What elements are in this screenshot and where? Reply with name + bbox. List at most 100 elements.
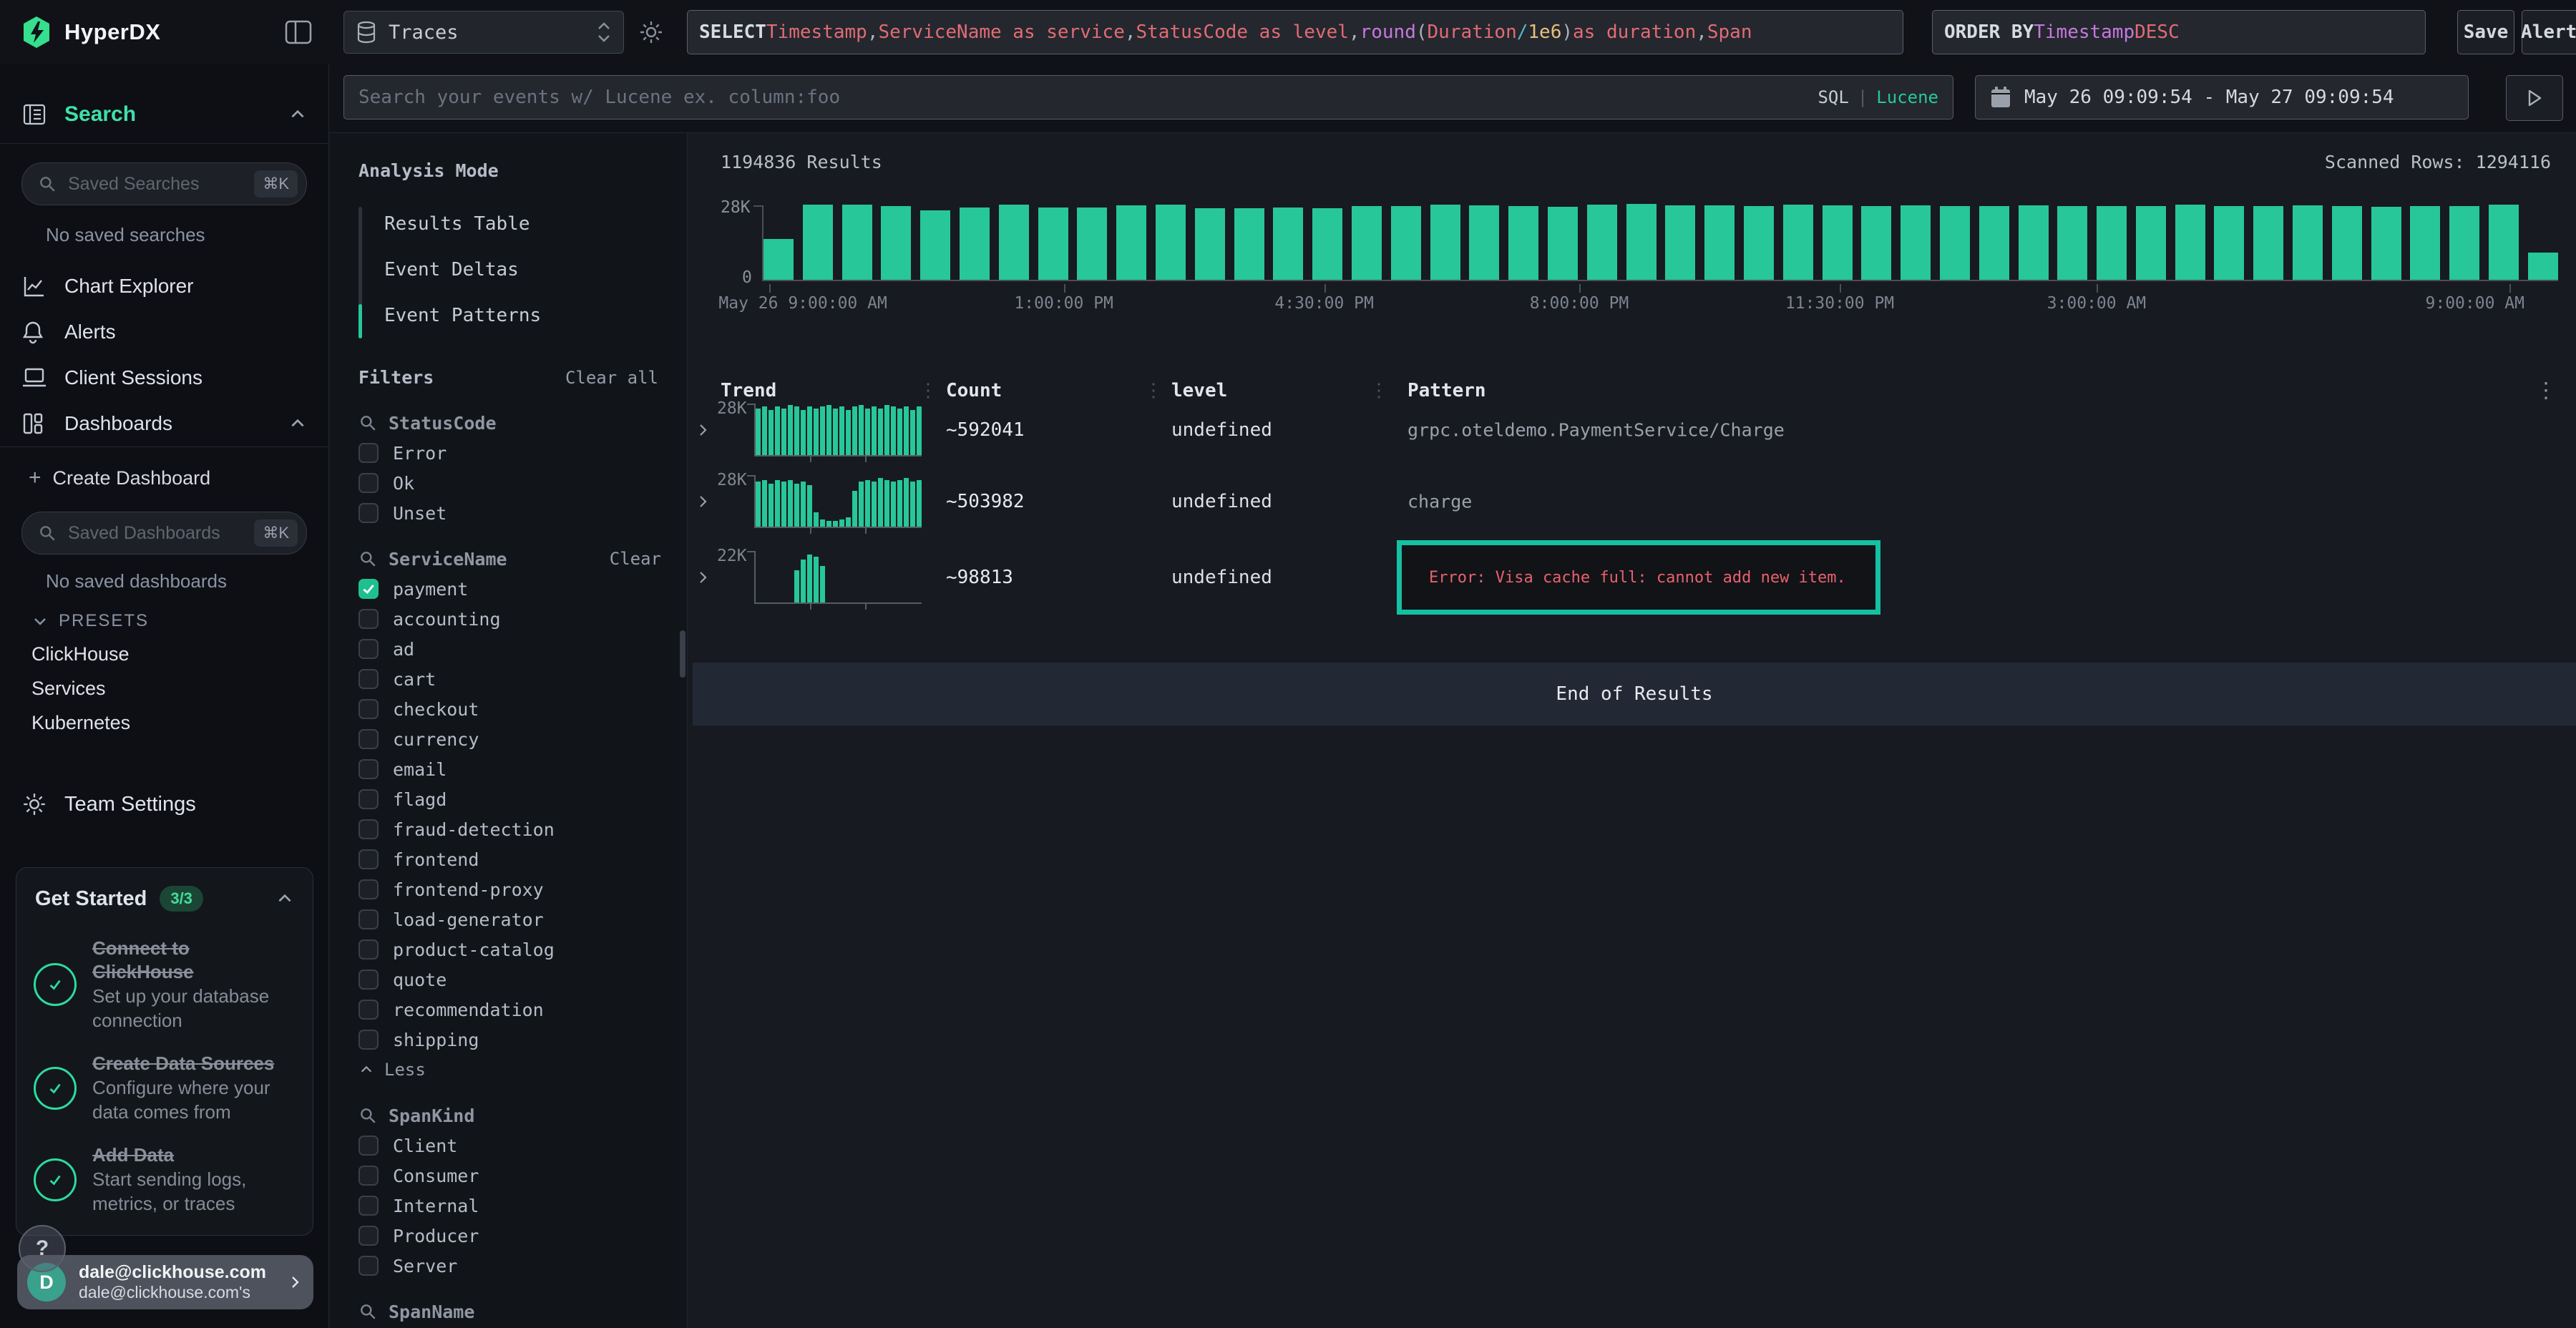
filter-option-shipping[interactable]: shipping xyxy=(358,1025,661,1055)
filter-option-checkout[interactable]: checkout xyxy=(358,694,661,724)
clear-filter-button[interactable]: Clear xyxy=(610,549,661,569)
filter-option-recommendation[interactable]: recommendation xyxy=(358,995,661,1025)
pattern-row[interactable]: 22K ~98813 undefined Error: Visa cache f… xyxy=(688,535,2576,620)
filter-option-ok[interactable]: Ok xyxy=(358,468,661,498)
app-logo[interactable]: HyperDX xyxy=(21,0,160,64)
preset-kubernetes[interactable]: Kubernetes xyxy=(0,706,328,740)
presets-toggle[interactable]: PRESETS xyxy=(31,605,328,637)
filter-option-frontend-proxy[interactable]: frontend-proxy xyxy=(358,874,661,904)
filter-option-cart[interactable]: cart xyxy=(358,664,661,694)
filter-option-unset[interactable]: Unset xyxy=(358,498,661,528)
filter-option-ad[interactable]: ad xyxy=(358,634,661,664)
filter-option-load-generator[interactable]: load-generator xyxy=(358,904,661,934)
filter-option-server[interactable]: Server xyxy=(358,1251,661,1281)
analysis-mode-event-deltas[interactable]: Event Deltas xyxy=(384,247,687,293)
checkbox[interactable] xyxy=(358,443,379,463)
checkbox[interactable] xyxy=(358,909,379,929)
panel-scrollbar[interactable] xyxy=(680,630,686,678)
sidebar-collapse-icon[interactable] xyxy=(283,17,313,47)
clear-all-filters-button[interactable]: Clear all xyxy=(565,368,658,388)
checkbox[interactable] xyxy=(358,1030,379,1050)
analysis-mode-event-patterns[interactable]: Event Patterns xyxy=(384,293,687,338)
sidebar-item-search[interactable]: Search xyxy=(0,86,328,144)
filter-option-frontend[interactable]: frontend xyxy=(358,844,661,874)
filter-option-payment[interactable]: payment xyxy=(358,574,661,604)
preset-clickhouse[interactable]: ClickHouse xyxy=(0,637,328,671)
checkbox[interactable] xyxy=(358,609,379,629)
checkbox[interactable] xyxy=(358,970,379,990)
checkbox[interactable] xyxy=(358,473,379,493)
checkbox[interactable] xyxy=(358,1226,379,1246)
filter-option-error[interactable]: Error xyxy=(358,438,661,468)
filter-option-producer[interactable]: Producer xyxy=(358,1221,661,1251)
checkbox[interactable] xyxy=(358,759,379,779)
checkbox[interactable] xyxy=(358,939,379,960)
preset-services[interactable]: Services xyxy=(0,671,328,706)
expand-row-chevron-icon[interactable] xyxy=(694,421,711,439)
checkbox[interactable] xyxy=(358,579,379,599)
checkbox[interactable] xyxy=(358,1256,379,1276)
run-query-button[interactable] xyxy=(2506,75,2563,121)
code-token: , xyxy=(1696,21,1707,43)
no-saved-dashboards-text: No saved dashboards xyxy=(46,570,328,592)
search-input[interactable]: Search your events w/ Lucene ex. column:… xyxy=(343,75,1953,119)
checkbox[interactable] xyxy=(358,879,379,899)
get-started-step-connect[interactable]: Connect to ClickHouse Set up your databa… xyxy=(16,922,313,1038)
checkbox[interactable] xyxy=(358,1000,379,1020)
filter-option-product-catalog[interactable]: product-catalog xyxy=(358,934,661,965)
pattern-row[interactable]: 28K ~592041 undefined grpc.oteldemo.Paym… xyxy=(688,394,2576,466)
expand-row-chevron-icon[interactable] xyxy=(694,493,711,510)
get-started-header[interactable]: Get Started 3/3 xyxy=(16,868,313,922)
user-account-chip[interactable]: D dale@clickhouse.com dale@clickhouse.co… xyxy=(17,1255,313,1309)
sql-select-editor[interactable]: SELECT Timestamp, ServiceName as service… xyxy=(687,10,1903,54)
highlighted-error-pattern[interactable]: Error: Visa cache full: cannot add new i… xyxy=(1397,540,1880,615)
filter-option-fraud-detection[interactable]: fraud-detection xyxy=(358,814,661,844)
get-started-step-add-data[interactable]: Add Data Start sending logs, metrics, or… xyxy=(16,1129,313,1221)
analysis-mode-results-table[interactable]: Results Table xyxy=(384,201,687,247)
sidebar-item-client-sessions[interactable]: Client Sessions xyxy=(0,355,328,401)
checkbox[interactable] xyxy=(358,699,379,719)
events-histogram[interactable]: 28K 0 May 26 9:00:00 AM1:00:00 PM4:30:00… xyxy=(721,201,2558,316)
expand-row-chevron-icon[interactable] xyxy=(694,569,711,586)
checkbox[interactable] xyxy=(358,1166,379,1186)
pattern-row[interactable]: 28K ~503982 undefined charge xyxy=(688,466,2576,537)
checkbox[interactable] xyxy=(358,789,379,809)
checkbox[interactable] xyxy=(358,669,379,689)
checkbox[interactable] xyxy=(358,729,379,749)
histogram-bar xyxy=(2214,206,2244,280)
get-started-step-datasources[interactable]: Create Data Sources Configure where your… xyxy=(16,1038,313,1129)
alerts-button[interactable]: Alerts xyxy=(2522,10,2576,54)
saved-searches-input[interactable]: Saved Searches ⌘K xyxy=(21,162,307,205)
team-settings-item[interactable]: Team Settings xyxy=(0,780,328,829)
sql-mode-toggle[interactable]: SQL xyxy=(1818,87,1848,107)
filter-option-client[interactable]: Client xyxy=(358,1131,661,1161)
date-range-picker[interactable]: May 26 09:09:54 - May 27 09:09:54 xyxy=(1975,75,2469,119)
sidebar-item-chart-explorer[interactable]: Chart Explorer xyxy=(0,263,328,309)
help-button[interactable]: ? xyxy=(19,1225,66,1272)
filter-option-internal[interactable]: Internal xyxy=(358,1191,661,1221)
filter-option-consumer[interactable]: Consumer xyxy=(358,1161,661,1191)
checkbox[interactable] xyxy=(358,503,379,523)
filter-option-accounting[interactable]: accounting xyxy=(358,604,661,634)
checkbox[interactable] xyxy=(358,639,379,659)
order-by-editor[interactable]: ORDER BY Timestamp DESC xyxy=(1932,10,2426,54)
checkbox[interactable] xyxy=(358,819,379,839)
create-dashboard-button[interactable]: + Create Dashboard xyxy=(0,456,328,500)
collapse-options-button[interactable]: Less xyxy=(358,1055,661,1085)
code-token: SELECT xyxy=(699,21,766,43)
save-button[interactable]: Save xyxy=(2457,10,2514,54)
lucene-mode-toggle[interactable]: Lucene xyxy=(1876,87,1938,107)
filter-option-email[interactable]: email xyxy=(358,754,661,784)
source-selector[interactable]: Traces xyxy=(343,11,624,54)
sidebar-item-alerts[interactable]: Alerts xyxy=(0,309,328,355)
sparkline-bar xyxy=(865,409,870,455)
source-settings-gear-icon[interactable] xyxy=(639,20,663,44)
checkbox[interactable] xyxy=(358,1136,379,1156)
checkbox[interactable] xyxy=(358,849,379,869)
filter-option-flagd[interactable]: flagd xyxy=(358,784,661,814)
saved-dashboards-input[interactable]: Saved Dashboards ⌘K xyxy=(21,512,307,555)
sidebar-item-dashboards[interactable]: Dashboards xyxy=(0,401,328,447)
filter-option-currency[interactable]: currency xyxy=(358,724,661,754)
filter-option-quote[interactable]: quote xyxy=(358,965,661,995)
checkbox[interactable] xyxy=(358,1196,379,1216)
